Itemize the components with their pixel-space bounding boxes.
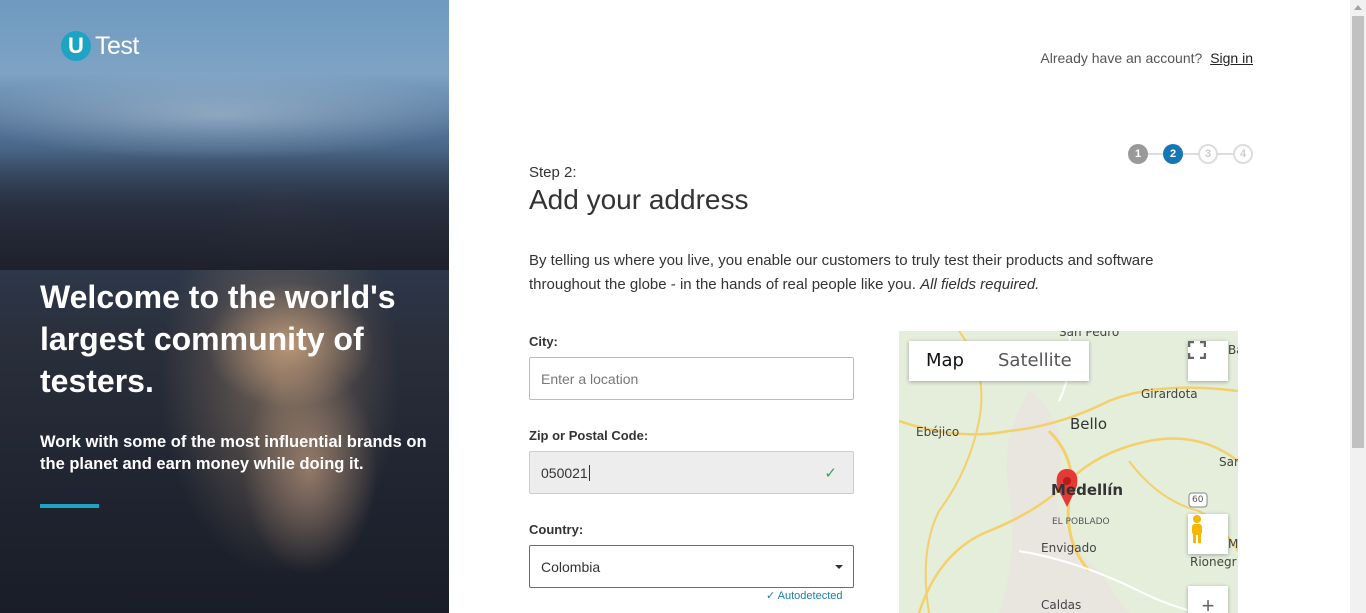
- intro-note: All fields required.: [920, 276, 1040, 293]
- hero-accent-bar: [40, 504, 99, 508]
- country-select[interactable]: Colombia: [529, 545, 854, 588]
- street-view-button[interactable]: [1188, 514, 1228, 554]
- country-value: Colombia: [541, 558, 601, 575]
- scroll-up-icon[interactable]: [1354, 5, 1362, 10]
- map-place-label: Caldas: [1041, 598, 1082, 612]
- city-input[interactable]: Enter a location: [529, 357, 854, 400]
- chevron-down-icon: [835, 565, 843, 569]
- map-place-label: Girardota: [1141, 387, 1198, 401]
- check-icon: ✓: [824, 465, 837, 482]
- intro-body: By telling us where you live, you enable…: [529, 252, 1154, 293]
- utest-logo[interactable]: U Test: [61, 31, 139, 61]
- scroll-thumb[interactable]: [1352, 16, 1364, 448]
- map-place-label: EL POBLADO: [1052, 517, 1110, 527]
- signin-link[interactable]: Sign in: [1210, 50, 1253, 66]
- account-prompt: Already have an account?: [1040, 50, 1203, 66]
- zip-label: Zip or Postal Code:: [529, 428, 649, 443]
- page-title: Add your address: [529, 184, 749, 215]
- check-icon: ✓: [766, 590, 776, 602]
- fullscreen-button[interactable]: [1188, 341, 1228, 381]
- hero-title: Welcome to the world's largest community…: [40, 279, 396, 399]
- autodetected-note: ✓ Autodetected: [766, 589, 843, 602]
- hero-panel: U Test Welcome to the world's largest co…: [0, 0, 449, 613]
- step-1: 1: [1128, 144, 1148, 164]
- progress-stepper: 1 2 3 4: [1128, 144, 1253, 164]
- hero-hills: [0, 150, 449, 270]
- logo-text: Test: [95, 31, 139, 60]
- page-scrollbar[interactable]: [1350, 0, 1366, 613]
- tab-satellite[interactable]: Satellite: [981, 341, 1089, 381]
- map-place-label: Bello: [1070, 415, 1108, 433]
- signin-prompt: Already have an account? Sign in: [1040, 50, 1253, 66]
- hero-cloud: [0, 70, 449, 160]
- autodetected-label: Autodetected: [777, 590, 843, 602]
- map-type-tabs: Map Satellite: [909, 341, 1089, 381]
- zoom-in-button[interactable]: +: [1188, 586, 1228, 613]
- text-cursor: [588, 464, 590, 481]
- map-place-label: Envigado: [1041, 541, 1097, 555]
- map-place-label: Medellín: [1051, 481, 1124, 499]
- fullscreen-icon: [1188, 341, 1206, 359]
- map-place-label: San Pedro: [1059, 331, 1120, 339]
- pegman-icon: [1192, 515, 1202, 543]
- map-place-label: San: [1219, 455, 1238, 469]
- zip-input[interactable]: 050021 ✓: [529, 451, 854, 494]
- map-place-label: Ba: [1228, 343, 1238, 357]
- step-connector: [1148, 153, 1163, 155]
- step-2: 2: [1163, 144, 1183, 164]
- country-label: Country:: [529, 522, 584, 537]
- plus-icon: +: [1201, 593, 1215, 613]
- city-label: City:: [529, 334, 558, 349]
- intro-text: By telling us where you live, you enable…: [529, 249, 1209, 297]
- step-connector: [1218, 153, 1233, 155]
- map-place-label: Ma: [1228, 537, 1238, 551]
- step-label: Step 2:: [529, 164, 577, 181]
- zip-value: 050021: [541, 464, 588, 481]
- map-place-label: Rionegr: [1190, 555, 1237, 569]
- hero-subtitle: Work with some of the most influential b…: [40, 433, 427, 473]
- step-3: 3: [1198, 144, 1218, 164]
- tab-map[interactable]: Map: [909, 341, 981, 381]
- location-map[interactable]: San Pedro Girardota Bello Ebéjico Medell…: [899, 331, 1238, 613]
- logo-mark: U: [61, 31, 91, 61]
- step-connector: [1183, 153, 1198, 155]
- map-place-label: Ebéjico: [916, 425, 960, 439]
- step-4: 4: [1233, 144, 1253, 164]
- route-shield: 60: [1192, 495, 1204, 505]
